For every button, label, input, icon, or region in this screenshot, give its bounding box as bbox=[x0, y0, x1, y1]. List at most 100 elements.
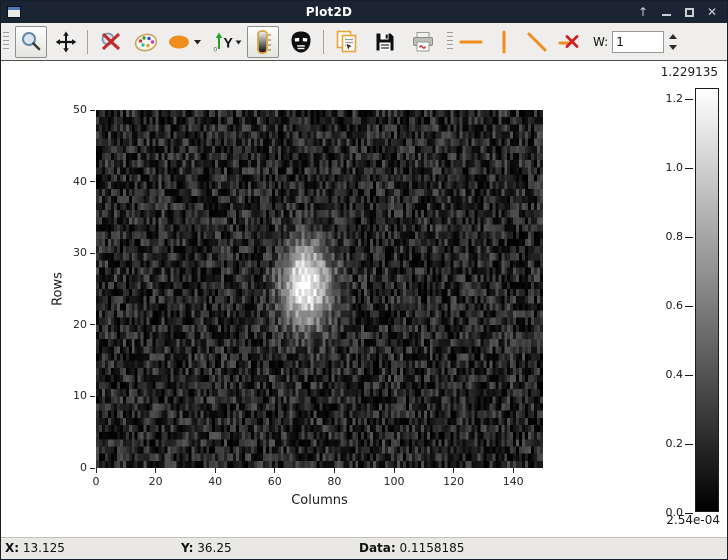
y-tick bbox=[90, 324, 95, 325]
clear-profile-button[interactable] bbox=[556, 26, 584, 58]
zoom-reset-icon bbox=[99, 30, 123, 54]
y-axis-label: Rows bbox=[51, 272, 66, 306]
minimize-icon bbox=[662, 14, 671, 16]
x-tick-label: 60 bbox=[258, 475, 292, 488]
colorbar[interactable]: 0.00.20.40.60.81.01.2 bbox=[695, 88, 719, 512]
data-label: Data: bbox=[359, 541, 396, 555]
svg-text:Y: Y bbox=[224, 34, 234, 50]
colorbar-tick-label: 0.8 bbox=[647, 230, 683, 243]
maximize-button[interactable] bbox=[683, 5, 695, 19]
x-label: X: bbox=[5, 541, 19, 555]
y-tick bbox=[90, 181, 95, 182]
vertical-profile-button[interactable] bbox=[490, 26, 518, 58]
spin-down-icon[interactable] bbox=[669, 45, 677, 50]
y-tick bbox=[90, 396, 95, 397]
copy-icon bbox=[334, 29, 360, 55]
colorbar-tick-label: 0.2 bbox=[647, 437, 683, 450]
zoom-reset-button[interactable] bbox=[95, 26, 127, 58]
copy-button[interactable] bbox=[331, 26, 363, 58]
heatmap-image[interactable] bbox=[96, 110, 543, 468]
toolbar-handle[interactable] bbox=[3, 32, 9, 52]
horizontal-profile-button[interactable] bbox=[457, 26, 485, 58]
window-title: Plot2D bbox=[21, 5, 637, 19]
y-tick-label: 40 bbox=[51, 175, 87, 188]
x-tick bbox=[155, 468, 156, 473]
title-bar[interactable]: Plot2D ↑ ✕ bbox=[1, 1, 727, 23]
y-tick-label: 50 bbox=[51, 103, 87, 116]
colorbar-max-label: 1.229135 bbox=[661, 65, 718, 79]
colorbar-toggle-button[interactable] bbox=[247, 26, 279, 58]
mask-tool-button[interactable] bbox=[285, 26, 317, 58]
status-bar: X: 13.125 Y: 36.25 Data: 0.1158185 bbox=[1, 537, 727, 559]
print-button[interactable] bbox=[407, 26, 439, 58]
y-tick bbox=[90, 253, 95, 254]
colorbar-tick-label: 1.0 bbox=[647, 161, 683, 174]
palette-icon bbox=[133, 30, 159, 54]
profile-width-label: W: bbox=[593, 35, 608, 49]
y-tick-label: 10 bbox=[51, 389, 87, 402]
vertical-line-icon bbox=[492, 30, 516, 54]
toolbar: 0 Y bbox=[1, 23, 727, 61]
save-button[interactable] bbox=[369, 26, 401, 58]
y-tick bbox=[90, 468, 95, 469]
maximize-icon bbox=[685, 8, 694, 17]
cursor-x-readout: X: 13.125 bbox=[5, 541, 65, 555]
x-tick bbox=[513, 468, 514, 473]
magnifier-icon bbox=[19, 30, 43, 54]
aspect-ratio-icon bbox=[166, 30, 204, 54]
mask-icon bbox=[289, 30, 313, 54]
colorbar-icon bbox=[251, 29, 275, 55]
profile-toolbar-handle[interactable] bbox=[447, 32, 453, 52]
colorbar-tick-label: 0.4 bbox=[647, 368, 683, 381]
y-axis-icon: 0 Y bbox=[213, 30, 243, 54]
x-tick bbox=[96, 468, 97, 473]
x-value: 13.125 bbox=[23, 541, 65, 555]
colorbar-tick bbox=[685, 237, 693, 238]
cursor-y-readout: Y: 36.25 bbox=[181, 541, 232, 555]
window-icon bbox=[7, 6, 21, 18]
free-line-profile-button[interactable] bbox=[523, 26, 551, 58]
y-label: Y: bbox=[181, 541, 193, 555]
diagonal-line-icon bbox=[525, 30, 549, 54]
pan-icon bbox=[54, 30, 78, 54]
toolbar-separator bbox=[87, 30, 88, 54]
x-tick bbox=[394, 468, 395, 473]
colorbar-tick bbox=[685, 99, 693, 100]
y-tick-label: 0 bbox=[51, 461, 87, 474]
spin-up-icon[interactable] bbox=[669, 34, 677, 39]
y-tick bbox=[90, 110, 95, 111]
colorbar-tick bbox=[685, 168, 693, 169]
x-tick bbox=[215, 468, 216, 473]
x-tick bbox=[453, 468, 454, 473]
clear-profile-icon bbox=[557, 30, 583, 54]
y-tick-label: 30 bbox=[51, 246, 87, 259]
zoom-mode-button[interactable] bbox=[15, 26, 47, 58]
colorbar-tick bbox=[685, 444, 693, 445]
close-button[interactable]: ✕ bbox=[706, 5, 718, 19]
colorbar-tick bbox=[685, 375, 693, 376]
aspect-ratio-button[interactable] bbox=[165, 26, 205, 58]
y-tick-label: 20 bbox=[51, 318, 87, 331]
data-value: 0.1158185 bbox=[400, 541, 465, 555]
colorbar-min-label: 2.54e-04 bbox=[666, 513, 720, 527]
profile-width-spinbox bbox=[612, 31, 677, 53]
y-axis-orientation-button[interactable]: 0 Y bbox=[213, 26, 243, 58]
x-tick-label: 20 bbox=[139, 475, 173, 488]
x-tick-label: 40 bbox=[198, 475, 232, 488]
x-tick-label: 80 bbox=[317, 475, 351, 488]
profile-width-input[interactable] bbox=[612, 31, 664, 53]
x-tick bbox=[334, 468, 335, 473]
cursor-data-readout: Data: 0.1158185 bbox=[359, 541, 464, 555]
save-icon bbox=[373, 30, 397, 54]
x-axis-label: Columns bbox=[96, 493, 543, 508]
svg-text:0: 0 bbox=[214, 46, 218, 53]
plot2d-window: Plot2D ↑ ✕ bbox=[0, 0, 728, 560]
y-value: 36.25 bbox=[197, 541, 231, 555]
colormap-button[interactable] bbox=[130, 26, 162, 58]
x-tick-label: 120 bbox=[437, 475, 471, 488]
pan-mode-button[interactable] bbox=[50, 26, 82, 58]
shade-button[interactable]: ↑ bbox=[637, 5, 649, 19]
plot-area: Rows Columns 020406080100120140010203040… bbox=[1, 61, 727, 537]
colorbar-tick bbox=[685, 306, 693, 307]
minimize-button[interactable] bbox=[660, 5, 672, 19]
